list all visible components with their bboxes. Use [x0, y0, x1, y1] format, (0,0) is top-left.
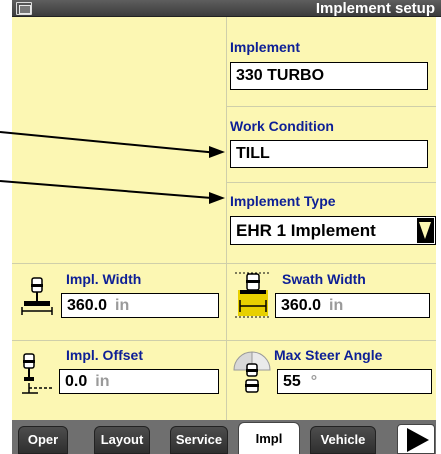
implement-type-label: Implement Type	[230, 193, 336, 209]
implement-width-icon	[21, 277, 53, 315]
annotation-arrow-head	[209, 192, 225, 204]
implement-type-value: EHR 1 Implement	[236, 221, 376, 240]
impl-width-value: 360.0	[67, 297, 108, 314]
swath-width-icon	[235, 272, 271, 318]
impl-offset-unit: in	[95, 373, 110, 390]
impl-offset-field[interactable]: 0.0 in	[59, 369, 219, 394]
annotation-arrow-head	[209, 146, 225, 158]
work-condition-label: Work Condition	[230, 118, 334, 134]
implement-offset-icon	[22, 353, 53, 394]
window-title: Implement setup	[315, 0, 435, 17]
implement-type-dropdown[interactable]: EHR 1 Implement	[230, 216, 436, 245]
impl-width-label: Impl. Width	[66, 271, 142, 287]
tab-impl[interactable]: Impl	[238, 422, 300, 454]
max-steer-angle-value: 55	[283, 373, 301, 390]
tab-layout[interactable]: Layout	[94, 426, 150, 454]
impl-width-field[interactable]: 360.0 in	[61, 293, 219, 318]
work-condition-field[interactable]: TILL	[230, 140, 428, 168]
next-arrow-icon[interactable]	[397, 424, 435, 454]
dropdown-arrow-icon[interactable]	[417, 218, 434, 243]
tab-service[interactable]: Service	[170, 426, 228, 454]
divider	[226, 17, 227, 420]
divider	[226, 182, 436, 183]
tab-bar: Oper Layout Service Impl Vehicle	[12, 420, 436, 454]
divider	[12, 340, 436, 341]
implement-field[interactable]: 330 TURBO	[230, 62, 428, 90]
impl-width-unit: in	[115, 297, 130, 314]
swath-width-field[interactable]: 360.0 in	[275, 293, 430, 318]
divider	[12, 263, 436, 264]
tab-vehicle[interactable]: Vehicle	[310, 426, 376, 454]
impl-offset-label: Impl. Offset	[66, 347, 144, 363]
title-bar: Implement setup	[12, 0, 441, 17]
max-steer-angle-label: Max Steer Angle	[274, 347, 383, 363]
impl-offset-value: 0.0	[65, 373, 88, 390]
tab-oper[interactable]: Oper	[18, 426, 68, 454]
swath-width-label: Swath Width	[282, 271, 366, 287]
implement-setup-screen: Implement setup Implement 330 TURBO Work…	[0, 0, 441, 454]
swath-width-unit: in	[329, 297, 344, 314]
max-steer-angle-unit: °	[310, 373, 318, 390]
settings-panel: Implement 330 TURBO Work Condition TILL …	[12, 17, 436, 420]
divider	[226, 106, 436, 107]
screen-icon[interactable]	[16, 2, 32, 15]
max-steer-angle-field[interactable]: 55 °	[277, 369, 432, 394]
swath-width-value: 360.0	[281, 297, 322, 314]
implement-label: Implement	[230, 39, 301, 55]
steer-angle-icon	[233, 351, 271, 393]
